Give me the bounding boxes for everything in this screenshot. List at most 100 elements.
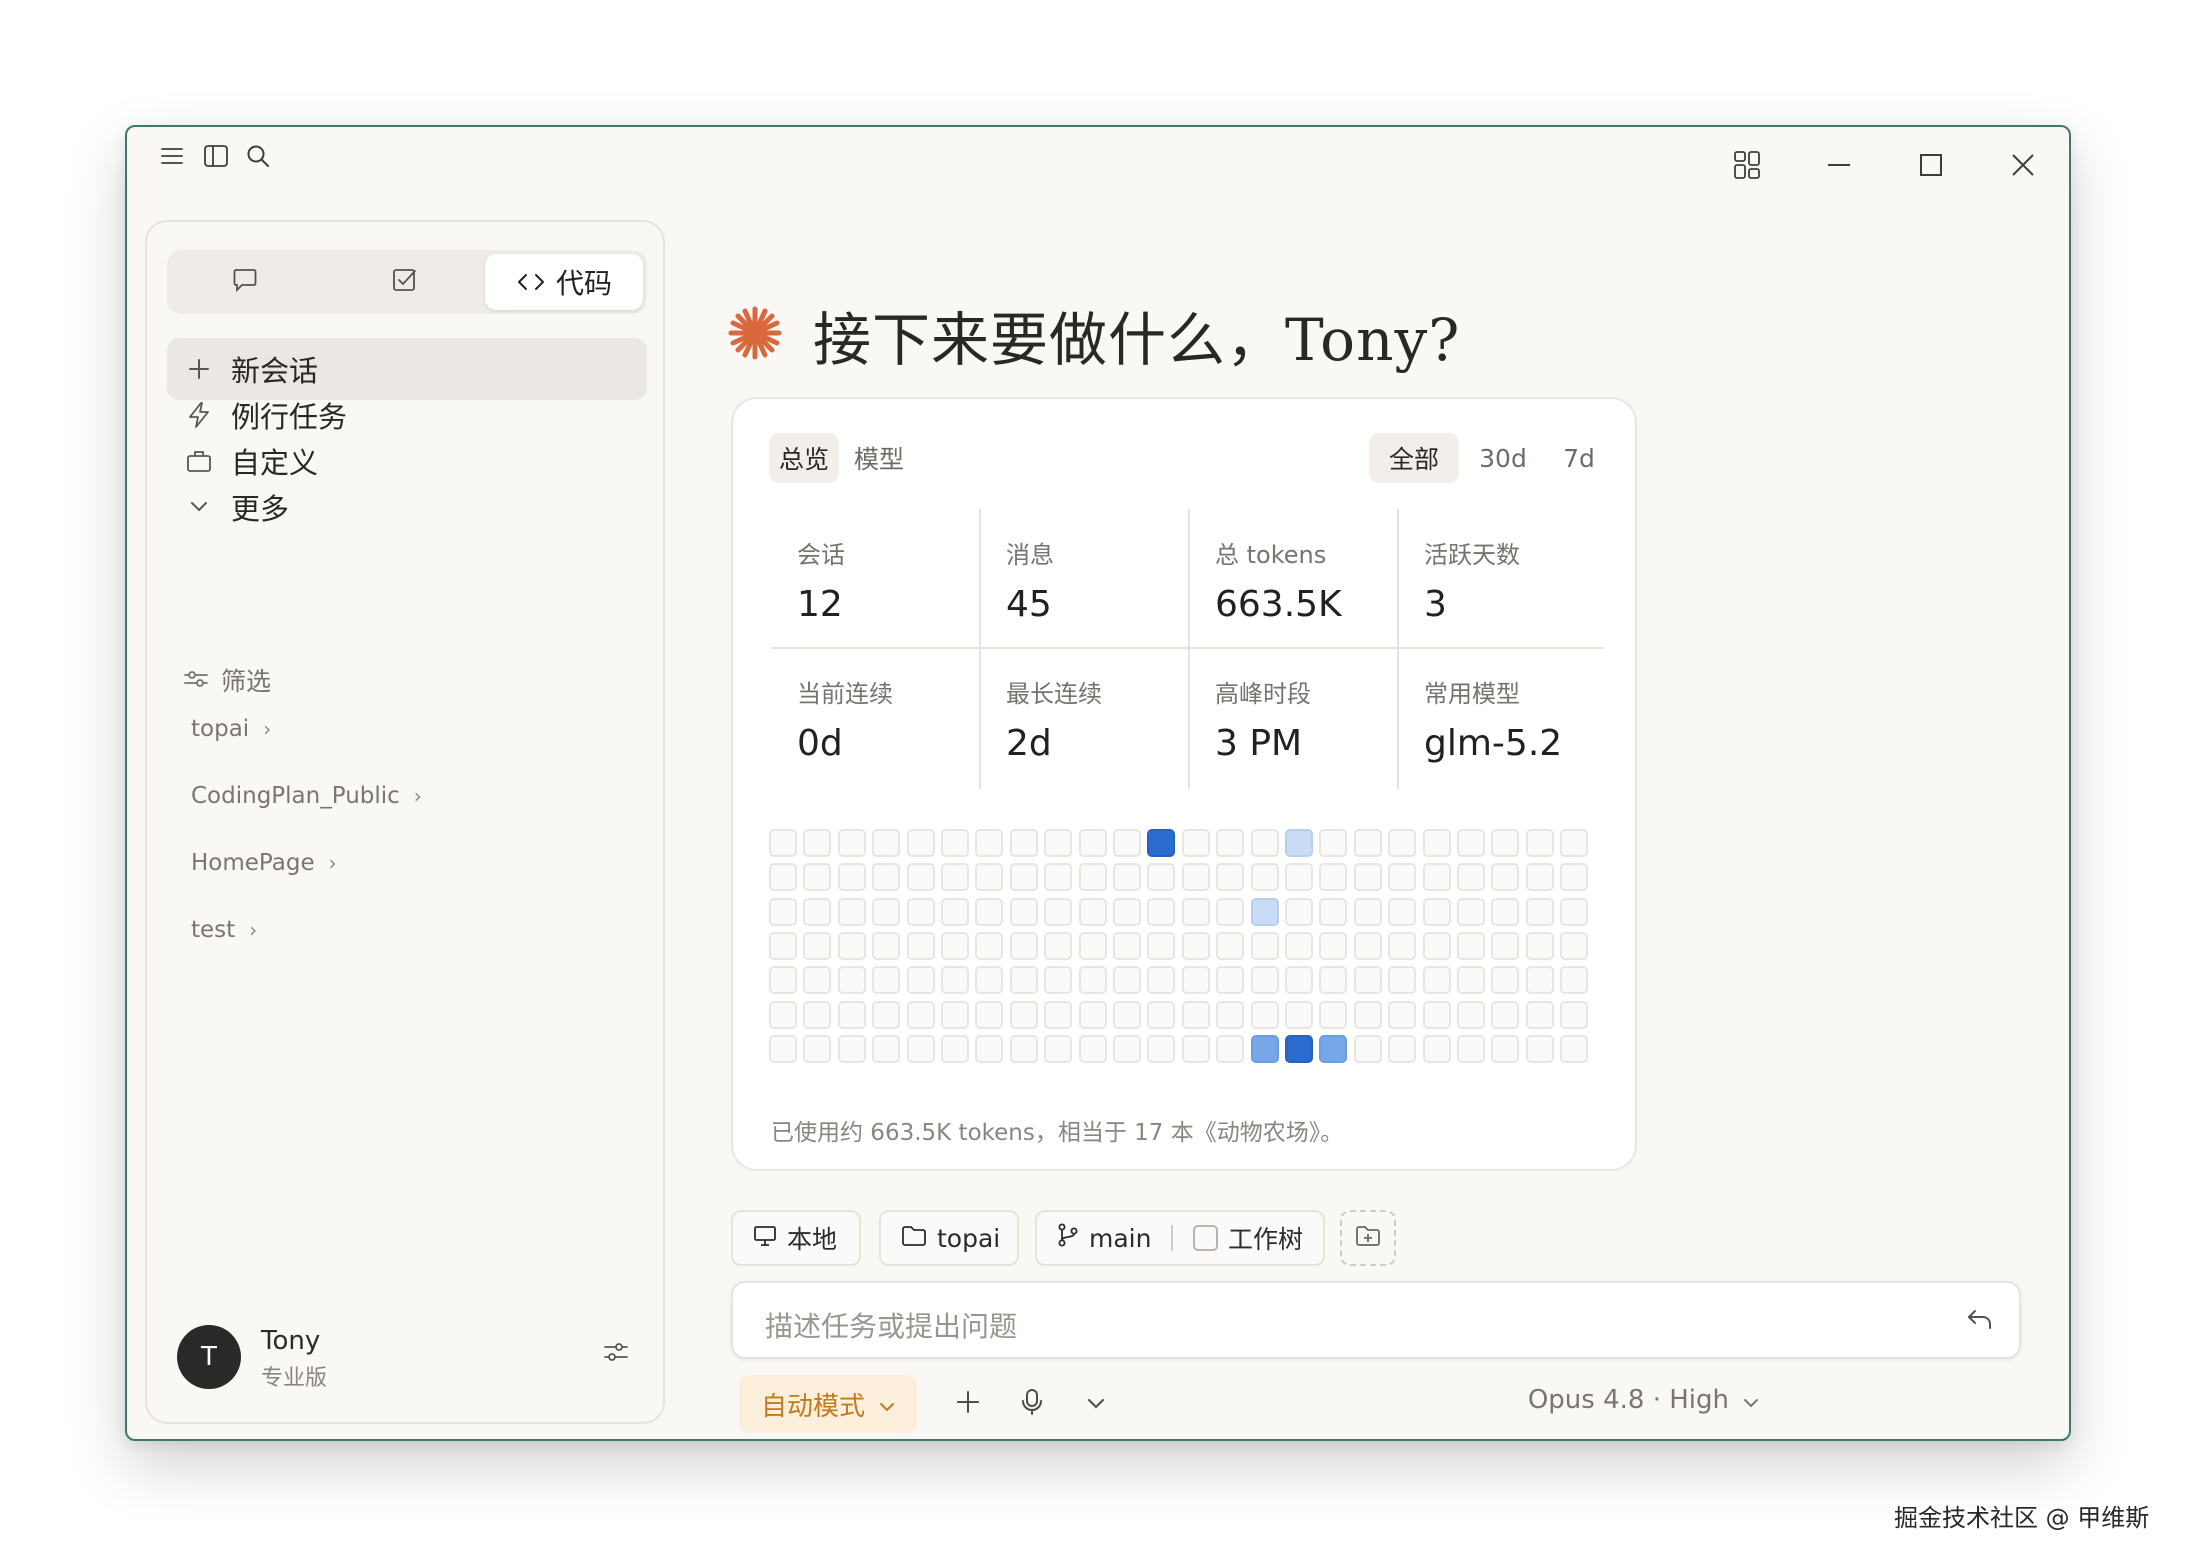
tab-code-label: 代码 <box>555 267 612 300</box>
heatmap-cell <box>1285 898 1313 926</box>
filter-button[interactable]: 筛选 <box>183 662 271 698</box>
user-profile[interactable]: T Tony 专业版 <box>177 1320 637 1394</box>
heatmap-cell <box>1285 863 1313 891</box>
heatmap-cell <box>1319 898 1347 926</box>
enter-return-icon[interactable] <box>1967 1307 1993 1335</box>
heatmap-cell <box>1251 966 1279 994</box>
project-item-test[interactable]: test › <box>191 917 257 943</box>
worktree-checkbox[interactable] <box>1193 1225 1218 1251</box>
heatmap-cell <box>1491 1035 1519 1063</box>
folder-chip[interactable]: topai <box>879 1210 1019 1266</box>
heatmap-cell <box>1560 1035 1588 1063</box>
heatmap-cell <box>941 932 969 960</box>
heatmap-cell <box>941 898 969 926</box>
location-chip[interactable]: 本地 <box>731 1210 861 1266</box>
project-item-codingplan-public[interactable]: CodingPlan_Public › <box>191 783 422 809</box>
tab-tasks[interactable] <box>367 254 443 310</box>
prompt-input[interactable]: 描述任务或提出问题 <box>731 1281 2021 1359</box>
project-item-homepage[interactable]: HomePage › <box>191 850 337 876</box>
minimize-icon[interactable] <box>1819 145 1859 185</box>
settings-sliders-icon[interactable] <box>603 1340 629 1368</box>
add-attachment-button[interactable] <box>945 1381 991 1427</box>
metric-value: 2d <box>1006 723 1052 764</box>
heatmap-cell <box>1285 829 1313 857</box>
heatmap-cell <box>1216 1001 1244 1029</box>
heatmap-cell <box>1560 829 1588 857</box>
heatmap-cell <box>1354 829 1382 857</box>
heatmap-cell <box>1079 829 1107 857</box>
heatmap-cell <box>769 863 797 891</box>
heatmap-cell <box>1319 966 1347 994</box>
layout-grid-icon[interactable] <box>1727 145 1767 185</box>
heatmap-cell <box>1285 1035 1313 1063</box>
metric-value: 45 <box>1006 584 1052 625</box>
heatmap-cell <box>1526 829 1554 857</box>
more-item[interactable]: 更多 <box>167 476 647 538</box>
heatmap-cell <box>769 1035 797 1063</box>
heatmap-cell <box>907 932 935 960</box>
app-window: 代码 新会话 例行任务 自定义 更多 筛选 topai › CodingPlan… <box>125 125 2071 1441</box>
heatmap-cell <box>1044 829 1072 857</box>
heatmap-cell <box>1251 898 1279 926</box>
tab-models[interactable]: 模型 <box>843 433 915 483</box>
heatmap-cell <box>975 1035 1003 1063</box>
menu-icon[interactable] <box>157 141 187 171</box>
heatmap-cell <box>803 932 831 960</box>
branch-chip[interactable]: main 工作树 <box>1035 1210 1325 1266</box>
model-label: Opus 4.8 · High <box>1527 1385 1729 1415</box>
divider <box>1171 1225 1174 1251</box>
task-check-icon <box>392 267 418 297</box>
heatmap-cell <box>838 1035 866 1063</box>
metric-value: 0d <box>797 723 843 764</box>
heatmap-cell <box>1285 1001 1313 1029</box>
heatmap-cell <box>803 966 831 994</box>
mode-selector[interactable]: 自动模式 <box>739 1375 918 1433</box>
tab-chat[interactable] <box>207 254 283 310</box>
greeting-text: 接下来要做什么，Tony? <box>813 306 1461 374</box>
voice-input-button[interactable] <box>1009 1381 1055 1427</box>
range-7d[interactable]: 7d <box>1549 433 1609 483</box>
chevron-right-icon: › <box>328 851 337 875</box>
more-label: 更多 <box>231 492 290 526</box>
tab-overview[interactable]: 总览 <box>769 433 839 483</box>
tab-code[interactable]: 代码 <box>485 254 643 310</box>
project-item-topai[interactable]: topai › <box>191 716 271 742</box>
metric-label: 常用模型 <box>1424 680 1520 708</box>
heatmap-cell <box>838 829 866 857</box>
heatmap-cell <box>1113 932 1141 960</box>
heatmap-cell <box>1113 863 1141 891</box>
metric-value: 663.5K <box>1215 584 1342 625</box>
heatmap-cell <box>1044 898 1072 926</box>
heatmap-cell <box>975 1001 1003 1029</box>
heatmap-cell <box>1491 932 1519 960</box>
heatmap-cell <box>838 1001 866 1029</box>
heatmap-cell <box>907 829 935 857</box>
folder-plus-icon <box>1355 1225 1381 1251</box>
add-folder-button[interactable] <box>1340 1210 1396 1266</box>
heatmap-cell <box>1216 1035 1244 1063</box>
chevron-right-icon: › <box>413 784 422 808</box>
search-icon[interactable] <box>243 141 273 171</box>
heatmap-cell <box>1457 1035 1485 1063</box>
heatmap-cell <box>941 829 969 857</box>
heatmap-cell <box>1010 1001 1038 1029</box>
watermark: 掘金技术社区 @ 甲维斯 <box>1894 1504 2150 1532</box>
chevron-down-icon <box>1087 1395 1105 1414</box>
heatmap-cell <box>838 863 866 891</box>
heatmap-cell <box>872 863 900 891</box>
model-selector[interactable]: Opus 4.8 · High <box>1528 1385 1759 1415</box>
heatmap-cell <box>907 1001 935 1029</box>
more-options-button[interactable] <box>1073 1381 1119 1427</box>
monitor-icon <box>753 1224 777 1253</box>
close-icon[interactable] <box>2003 145 2043 185</box>
range-all[interactable]: 全部 <box>1369 433 1459 483</box>
heatmap-cell <box>1251 1001 1279 1029</box>
maximize-icon[interactable] <box>1911 145 1951 185</box>
heatmap-cell <box>975 863 1003 891</box>
plus-icon <box>167 358 231 380</box>
mode-switcher: 代码 <box>167 250 647 314</box>
sidebar-toggle-icon[interactable] <box>201 141 231 171</box>
heatmap-cell <box>1044 1035 1072 1063</box>
code-icon <box>516 266 546 299</box>
range-30d[interactable]: 30d <box>1461 433 1545 483</box>
